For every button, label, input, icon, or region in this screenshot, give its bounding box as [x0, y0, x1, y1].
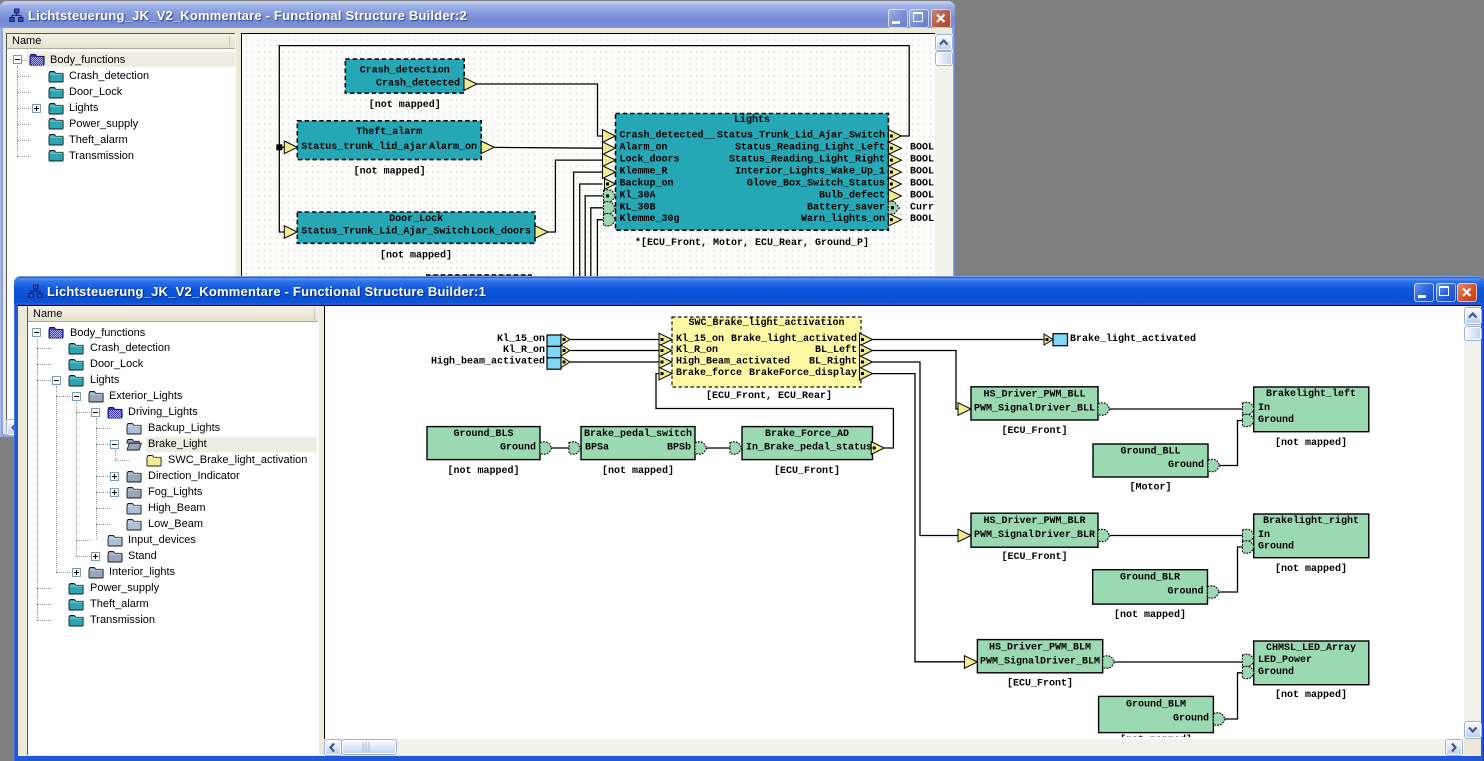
svg-text:Brake_light_activated: Brake_light_activated — [1070, 333, 1196, 345]
svg-text:BOOL: BOOL — [910, 154, 934, 165]
svg-text:BOOL: BOOL — [910, 178, 934, 189]
svg-text:Status_Trunk_Lid_Ajar_Switch: Status_Trunk_Lid_Ajar_Switch — [301, 225, 469, 237]
svg-text:[not mapped]: [not mapped] — [368, 99, 440, 111]
svg-text:BOOL: BOOL — [910, 214, 934, 225]
svg-text:Glove_Box_Switch_Status: Glove_Box_Switch_Status — [746, 177, 884, 189]
svg-text:Theft_alarm: Theft_alarm — [356, 125, 422, 137]
svg-text:HS_Driver_PWM_BLL: HS_Driver_PWM_BLL — [983, 388, 1085, 400]
svg-text:BL_Left: BL_Left — [814, 344, 856, 356]
svg-text:Interior_Lights_Wake_Up_1: Interior_Lights_Wake_Up_1 — [734, 165, 884, 177]
svg-text:In_Brake_pedal_status: In_Brake_pedal_status — [746, 441, 872, 453]
svg-text:PWM_Signal: PWM_Signal — [974, 402, 1034, 414]
svg-text:Ground: Ground — [1172, 712, 1208, 724]
svg-text:Crash_detected__: Crash_detected__ — [619, 129, 716, 141]
svg-text:Brakelight_right: Brakelight_right — [1262, 515, 1358, 527]
svg-text:HS_Driver_PWM_BLR: HS_Driver_PWM_BLR — [983, 515, 1085, 527]
svg-text:Brake_light_activated: Brake_light_activated — [730, 333, 856, 345]
svg-text:[not mapped]: [not mapped] — [1274, 437, 1346, 449]
svg-text:KL_30B: KL_30B — [619, 202, 655, 213]
svg-text:Lock_doors: Lock_doors — [470, 225, 530, 237]
svg-text:[ECU_Front]: [ECU_Front] — [773, 464, 839, 476]
svg-text:Kl_15_on: Kl_15_on — [496, 333, 544, 345]
svg-text:Brake_force: Brake_force — [676, 367, 742, 379]
svg-text:In: In — [1258, 403, 1270, 414]
svg-text:Klemme_30g: Klemme_30g — [619, 213, 679, 225]
svg-text:Ground_BLS: Ground_BLS — [453, 428, 513, 440]
svg-text:Ground: Ground — [1167, 585, 1203, 597]
svg-text:Klemme_R: Klemme_R — [619, 165, 667, 177]
svg-text:Status_Reading_Light_Left: Status_Reading_Light_Left — [734, 141, 884, 153]
svg-text:HS_Driver_PWM_BLM: HS_Driver_PWM_BLM — [988, 641, 1090, 653]
svg-text:Battery_saver: Battery_saver — [806, 202, 884, 213]
svg-text:BL_Right: BL_Right — [808, 355, 856, 367]
svg-text:[not mapped]: [not mapped] — [353, 165, 425, 177]
svg-text:Status_Trunk_Lid_Ajar_Switch: Status_Trunk_Lid_Ajar_Switch — [716, 129, 884, 141]
svg-text:Ground: Ground — [499, 441, 535, 453]
svg-text:[not mapped]: [not mapped] — [1119, 734, 1191, 737]
svg-text:Alarm_on: Alarm_on — [619, 141, 667, 153]
svg-text:BOOL: BOOL — [910, 142, 934, 153]
svg-text:Ground: Ground — [1258, 414, 1294, 426]
svg-text:Warn_lights_on: Warn_lights_on — [800, 213, 884, 225]
svg-text:[ECU_Front]: [ECU_Front] — [1006, 677, 1072, 689]
svg-text:CHMSL_LED_Array: CHMSL_LED_Array — [1265, 643, 1355, 654]
svg-text:Kl_15_on: Kl_15_on — [676, 333, 724, 345]
svg-text:[not mapped]: [not mapped] — [379, 249, 451, 261]
svg-text:Curre: Curre — [910, 202, 934, 213]
svg-text:[ECU_Front]: [ECU_Front] — [1001, 425, 1067, 437]
svg-text:[not mapped]: [not mapped] — [1113, 609, 1185, 621]
svg-text:Door_Lock: Door_Lock — [389, 213, 443, 225]
svg-text:Lock_doors: Lock_doors — [619, 153, 679, 165]
svg-text:Lights: Lights — [733, 114, 769, 126]
svg-text:BrakeForce_display: BrakeForce_display — [748, 367, 856, 379]
svg-text:[not mapped]: [not mapped] — [601, 464, 673, 476]
svg-text:[not mapped]: [not mapped] — [447, 464, 519, 476]
svg-text:[Motor]: [Motor] — [1129, 481, 1171, 493]
svg-text:Ground_BLR: Ground_BLR — [1119, 571, 1179, 583]
svg-text:Crash_detected: Crash_detected — [375, 77, 459, 89]
svg-text:Driver_BLL: Driver_BLL — [1034, 402, 1094, 414]
svg-text:[not mapped]: [not mapped] — [1274, 563, 1346, 575]
svg-text:BOOL: BOOL — [910, 190, 934, 201]
svg-text:[ECU_Front]: [ECU_Front] — [1001, 551, 1067, 563]
svg-text:Status_Reading_Light_Right: Status_Reading_Light_Right — [728, 153, 884, 165]
svg-text:Ground_BLM: Ground_BLM — [1125, 698, 1185, 710]
svg-text:LED_Power: LED_Power — [1258, 655, 1312, 666]
svg-text:Brakelight_left: Brakelight_left — [1265, 388, 1355, 400]
svg-text:Backup_on: Backup_on — [619, 177, 673, 189]
svg-text:BPSa: BPSa — [585, 442, 609, 453]
svg-text:*[ECU_Front, Motor, ECU_Rear,: *[ECU_Front, Motor, ECU_Rear, Ground_P] — [634, 237, 868, 249]
svg-text:PWM_Signal: PWM_Signal — [980, 655, 1040, 667]
svg-text:SWC_Brake_light_activation: SWC_Brake_light_activation — [688, 317, 844, 329]
svg-text:[not mapped]: [not mapped] — [1274, 689, 1346, 701]
svg-text:Alarm_on: Alarm_on — [428, 140, 476, 152]
svg-text:Ground: Ground — [1258, 666, 1294, 678]
svg-text:Brake_Force_AD: Brake_Force_AD — [764, 428, 848, 440]
svg-text:Bulb_defect: Bulb_defect — [818, 189, 884, 201]
svg-text:Crash_detection: Crash_detection — [359, 64, 449, 76]
svg-text:BOOL: BOOL — [910, 166, 934, 177]
svg-text:Kl_R_on: Kl_R_on — [676, 344, 718, 356]
svg-text:Kl_30A: Kl_30A — [619, 189, 655, 201]
svg-text:Ground_BLL: Ground_BLL — [1120, 445, 1180, 457]
svg-text:Driver_BLM: Driver_BLM — [1039, 655, 1099, 667]
svg-text:High_Beam_activated: High_Beam_activated — [676, 355, 790, 367]
svg-text:Kl_R_on: Kl_R_on — [502, 344, 544, 356]
svg-text:BPSb: BPSb — [666, 441, 690, 453]
svg-text:Driver_BLR: Driver_BLR — [1034, 529, 1094, 541]
svg-text:Brake_pedal_switch: Brake_pedal_switch — [583, 428, 691, 440]
svg-text:High_beam_activated: High_beam_activated — [430, 355, 544, 367]
svg-text:Ground: Ground — [1167, 459, 1203, 471]
svg-text:Ground: Ground — [1258, 540, 1294, 552]
svg-text:Status_trunk_lid_ajar: Status_trunk_lid_ajar — [301, 140, 427, 152]
svg-text:[ECU_Front, ECU_Rear]: [ECU_Front, ECU_Rear] — [705, 390, 831, 402]
svg-text:In: In — [1258, 530, 1270, 541]
svg-text:PWM_Signal: PWM_Signal — [974, 529, 1034, 541]
